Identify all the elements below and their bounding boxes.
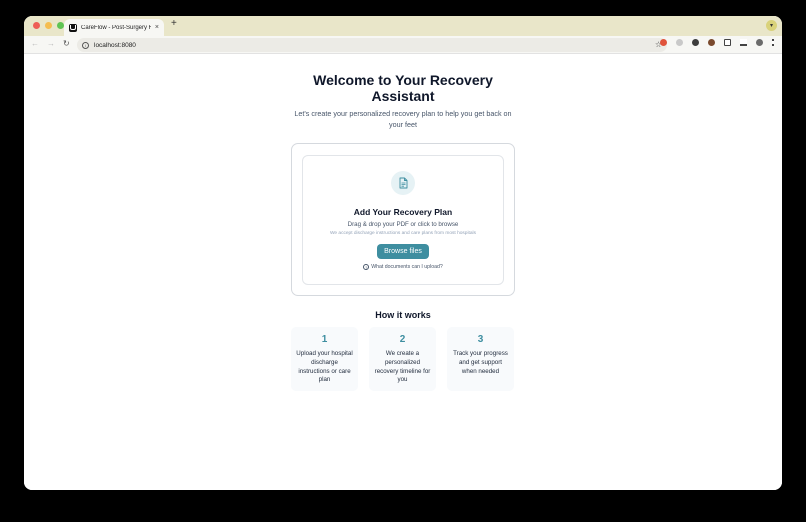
reload-icon[interactable]: ↻ <box>63 39 70 48</box>
tab-close-icon[interactable]: × <box>155 24 159 31</box>
back-arrow-icon[interactable]: ← <box>31 39 39 48</box>
extension-gray-icon[interactable] <box>676 39 683 46</box>
window-controls <box>33 22 64 29</box>
extension-red-icon[interactable] <box>660 39 667 46</box>
step-text: Upload your hospital discharge instructi… <box>296 350 353 384</box>
extensions-area <box>660 39 774 46</box>
page-subtitle: Let's create your personalized recovery … <box>294 109 512 129</box>
upload-help-link[interactable]: ? What documents can I upload? <box>303 264 503 270</box>
maximize-window-button[interactable] <box>57 22 64 29</box>
address-bar[interactable]: i localhost:8080 ☆ <box>77 38 667 52</box>
site-info-icon[interactable]: i <box>82 41 89 49</box>
file-dropzone[interactable]: Add Your Recovery Plan Drag & drop your … <box>302 155 504 285</box>
tab-careflow[interactable]: CareFlow - Post-Surgery Rec × <box>64 19 164 36</box>
tab-title: CareFlow - Post-Surgery Rec <box>81 24 151 31</box>
browse-files-button[interactable]: Browse files <box>377 244 429 259</box>
help-circle-icon: ? <box>363 264 370 270</box>
browser-window: CareFlow - Post-Surgery Rec × + ▾ ← → ↻ … <box>24 16 782 490</box>
step-card: 1 Upload your hospital discharge instruc… <box>291 327 358 391</box>
step-card: 3 Track your progress and get support wh… <box>447 327 514 391</box>
step-number: 1 <box>321 334 328 345</box>
step-text: We create a personalized recovery timeli… <box>374 350 431 384</box>
url-text: localhost:8080 <box>94 41 136 49</box>
upload-card: Add Your Recovery Plan Drag & drop your … <box>291 143 515 296</box>
steps-list: 1 Upload your hospital discharge instruc… <box>291 327 514 391</box>
page-title: Welcome to Your Recovery Assistant <box>313 72 493 104</box>
tab-bar: CareFlow - Post-Surgery Rec × + ▾ <box>24 16 782 36</box>
upload-subtitle: Drag & drop your PDF or click to browse <box>347 221 459 228</box>
menu-dots-icon[interactable] <box>772 39 774 46</box>
minimize-window-button[interactable] <box>45 22 52 29</box>
how-it-works-title: How it works <box>375 310 431 320</box>
step-text: Track your progress and get support when… <box>453 350 508 375</box>
document-icon <box>391 171 415 195</box>
new-tab-button[interactable]: + <box>171 18 177 29</box>
upload-help-text[interactable]: What documents can I upload? <box>371 264 443 270</box>
close-window-button[interactable] <box>33 22 40 29</box>
upload-title: Add Your Recovery Plan <box>353 207 453 217</box>
forward-arrow-icon[interactable]: → <box>47 39 55 48</box>
avatar[interactable] <box>756 39 763 46</box>
puzzle-extensions-icon[interactable] <box>724 39 731 46</box>
browser-toolbar: ← → ↻ i localhost:8080 ☆ <box>24 36 782 54</box>
careflow-favicon-icon <box>69 23 77 32</box>
extension-brown-icon[interactable] <box>708 39 715 46</box>
hero-section: Welcome to Your Recovery Assistant Let's… <box>24 72 782 130</box>
tab-search-chevron-icon[interactable]: ▾ <box>766 20 777 31</box>
extension-dark-icon[interactable] <box>692 39 699 46</box>
step-number: 3 <box>477 334 484 345</box>
step-card: 2 We create a personalized recovery time… <box>369 327 436 391</box>
download-icon[interactable] <box>740 39 747 46</box>
nav-buttons: ← → ↻ <box>31 39 70 48</box>
page-content: Welcome to Your Recovery Assistant Let's… <box>24 54 782 490</box>
upload-note: We accept discharge instructions and car… <box>329 231 477 236</box>
step-number: 2 <box>399 334 406 345</box>
